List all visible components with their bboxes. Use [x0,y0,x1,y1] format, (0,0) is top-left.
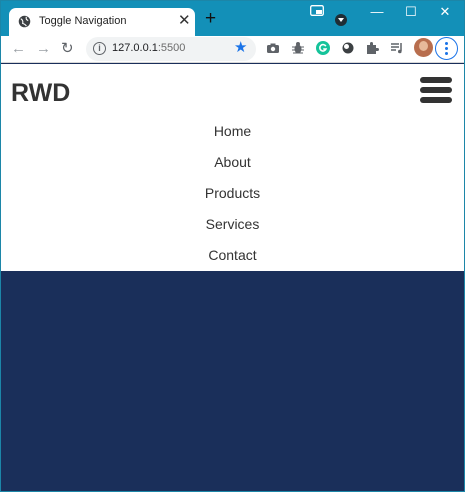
grammarly-icon[interactable] [316,41,330,55]
site-logo[interactable]: RWD [11,79,70,108]
circle-icon[interactable] [341,41,355,55]
dot-icon [445,46,448,50]
bookmark-star-icon[interactable]: ★ [234,39,247,57]
nav-link-services[interactable]: Services [1,215,464,246]
bug-icon[interactable] [291,41,305,55]
tab-close-icon[interactable]: ✕ [178,13,191,29]
camera-icon[interactable] [266,41,280,55]
url-host: 127.0.0.1 [112,42,158,54]
tab-search-icon[interactable] [310,5,324,16]
hamburger-bar [420,87,452,93]
back-button[interactable]: ← [11,39,26,59]
reload-button[interactable]: ↻ [61,39,74,59]
browser-toolbar: ← → ↻ i 127.0.0.1:5500 ★ [1,36,464,63]
media-queue-icon[interactable] [390,41,404,55]
page-header: RWD Home About Products Services Contact [1,64,464,271]
browser-window: Toggle Navigation ✕ + — ☐ ✕ ← → ↻ i 127.… [0,0,465,492]
address-bar[interactable]: i 127.0.0.1:5500 ★ [86,37,256,61]
page-body [1,271,464,491]
browser-tab[interactable]: Toggle Navigation ✕ [9,8,195,36]
dot-icon [445,51,448,55]
nav-link-products[interactable]: Products [1,184,464,215]
globe-icon [18,15,31,28]
puzzle-icon[interactable] [365,41,379,55]
maximize-button[interactable]: ☐ [404,5,418,19]
close-button[interactable]: ✕ [438,5,452,19]
hamburger-bar [420,77,452,83]
nav-link-about[interactable]: About [1,153,464,184]
info-icon[interactable]: i [93,42,106,55]
chevron-down-icon[interactable] [335,14,347,26]
title-bar: Toggle Navigation ✕ + — ☐ ✕ [1,1,464,36]
browser-menu-button[interactable] [435,37,458,60]
url-text[interactable]: 127.0.0.1:5500 [112,42,185,54]
forward-button[interactable]: → [36,39,51,59]
dot-icon [445,41,448,45]
tab-title: Toggle Navigation [39,15,127,27]
avatar[interactable] [414,38,433,57]
new-tab-button[interactable]: + [205,9,216,28]
minimize-button[interactable]: — [370,5,384,19]
hamburger-bar [420,97,452,103]
nav-link-home[interactable]: Home [1,122,464,153]
hamburger-menu-icon[interactable] [420,77,452,103]
site-nav: Home About Products Services Contact [1,122,464,277]
url-port: :5500 [157,42,186,54]
